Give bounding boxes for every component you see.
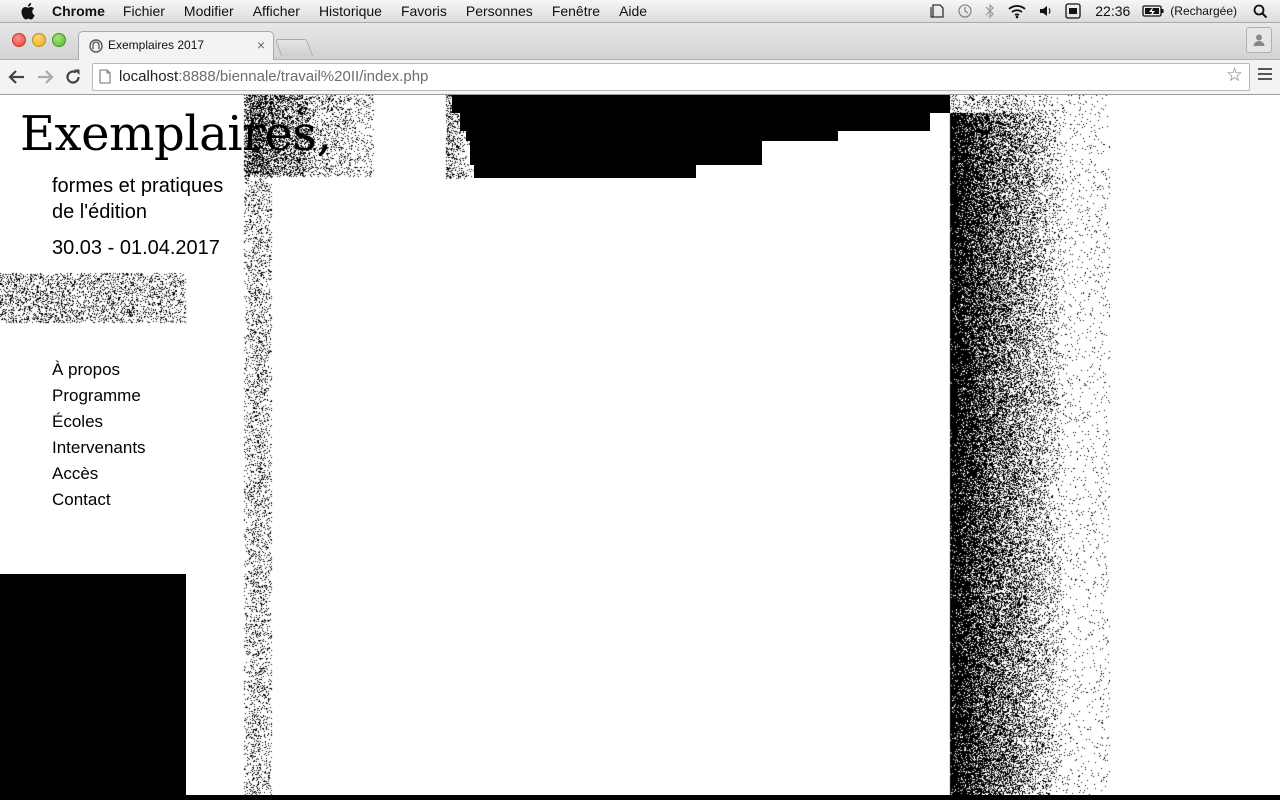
site-subtitle: formes et pratiques de l'édition [52,173,272,225]
apple-icon[interactable] [18,2,36,20]
spotlight-search-icon[interactable] [1253,4,1268,19]
subtitle-line: de l'édition [52,201,147,223]
back-arrow-icon[interactable] [7,67,27,87]
menu-file[interactable]: Fichier [123,0,165,22]
address-bar[interactable]: localhost:8888/biennale/travail%20II/ind… [92,63,1250,91]
black-shape-top [466,131,838,141]
profile-button[interactable] [1246,27,1272,53]
wifi-icon[interactable] [1007,3,1027,19]
subtitle-line: formes et pratiques [52,175,224,197]
black-shape-top [460,113,930,131]
menu-edit[interactable]: Modifier [184,0,234,22]
window-minimize-button[interactable] [32,33,46,47]
black-shape-top [452,95,950,113]
nav-link-contact[interactable]: Contact [52,487,146,513]
menu-help[interactable]: Aide [619,0,647,22]
site-navigation: À propos Programme Écoles Intervenants A… [52,357,146,513]
black-shape-bottom-left [0,574,186,795]
browser-tab-active[interactable]: Exemplaires 2017 × [78,31,274,61]
nav-link-a-propos[interactable]: À propos [52,357,146,383]
chrome-menu-icon[interactable] [1258,68,1272,84]
person-icon [1253,34,1265,46]
address-path: :8888/biennale/travail%20II/index.php [178,68,429,85]
tab-favicon-icon [89,39,103,53]
nav-link-acces[interactable]: Accès [52,461,146,487]
new-tab-button[interactable] [274,39,314,56]
os-menubar: Chrome Fichier Modifier Afficher Histori… [0,0,1280,23]
sync-icon[interactable] [929,3,945,19]
time-machine-icon[interactable] [957,3,973,19]
reload-icon[interactable] [63,67,83,87]
page-icon [99,69,111,89]
volume-icon[interactable] [1039,4,1053,18]
menu-window[interactable]: Fenêtre [552,0,600,22]
black-shape-top [474,165,696,178]
bluetooth-icon[interactable] [985,3,995,19]
keyboard-input-icon[interactable] [1065,3,1081,19]
menu-app-name[interactable]: Chrome [52,0,105,22]
site-title[interactable]: Exemplaires, [20,103,332,165]
menu-view[interactable]: Afficher [253,0,300,22]
forward-arrow-icon[interactable] [35,67,55,87]
browser-toolbar: localhost:8888/biennale/travail%20II/ind… [0,60,1280,95]
window-close-button[interactable] [12,33,26,47]
bookmark-star-icon[interactable]: ☆ [1226,66,1243,86]
black-shape-top [470,141,762,165]
tab-title: Exemplaires 2017 [108,38,205,52]
tab-close-icon[interactable]: × [257,37,265,53]
menu-bookmarks[interactable]: Favoris [401,0,447,22]
address-url[interactable]: localhost:8888/biennale/travail%20II/ind… [119,68,428,85]
nav-link-ecoles[interactable]: Écoles [52,409,146,435]
window-zoom-button[interactable] [52,33,66,47]
menu-history[interactable]: Historique [319,0,382,22]
web-page: Exemplaires, formes et pratiques de l'édi… [0,95,1280,800]
menubar-clock[interactable]: 22:36 [1095,3,1130,19]
nav-link-intervenants[interactable]: Intervenants [52,435,146,461]
bottom-edge-bar [0,795,1280,800]
nav-link-programme[interactable]: Programme [52,383,146,409]
event-dates: 30.03 - 01.04.2017 [52,237,220,259]
menu-people[interactable]: Personnes [466,0,533,22]
browser-tab-strip: Exemplaires 2017 × [0,23,1280,61]
address-host: localhost [119,68,179,85]
battery-label: (Rechargée) [1170,4,1237,18]
battery-icon[interactable] [1142,5,1164,17]
